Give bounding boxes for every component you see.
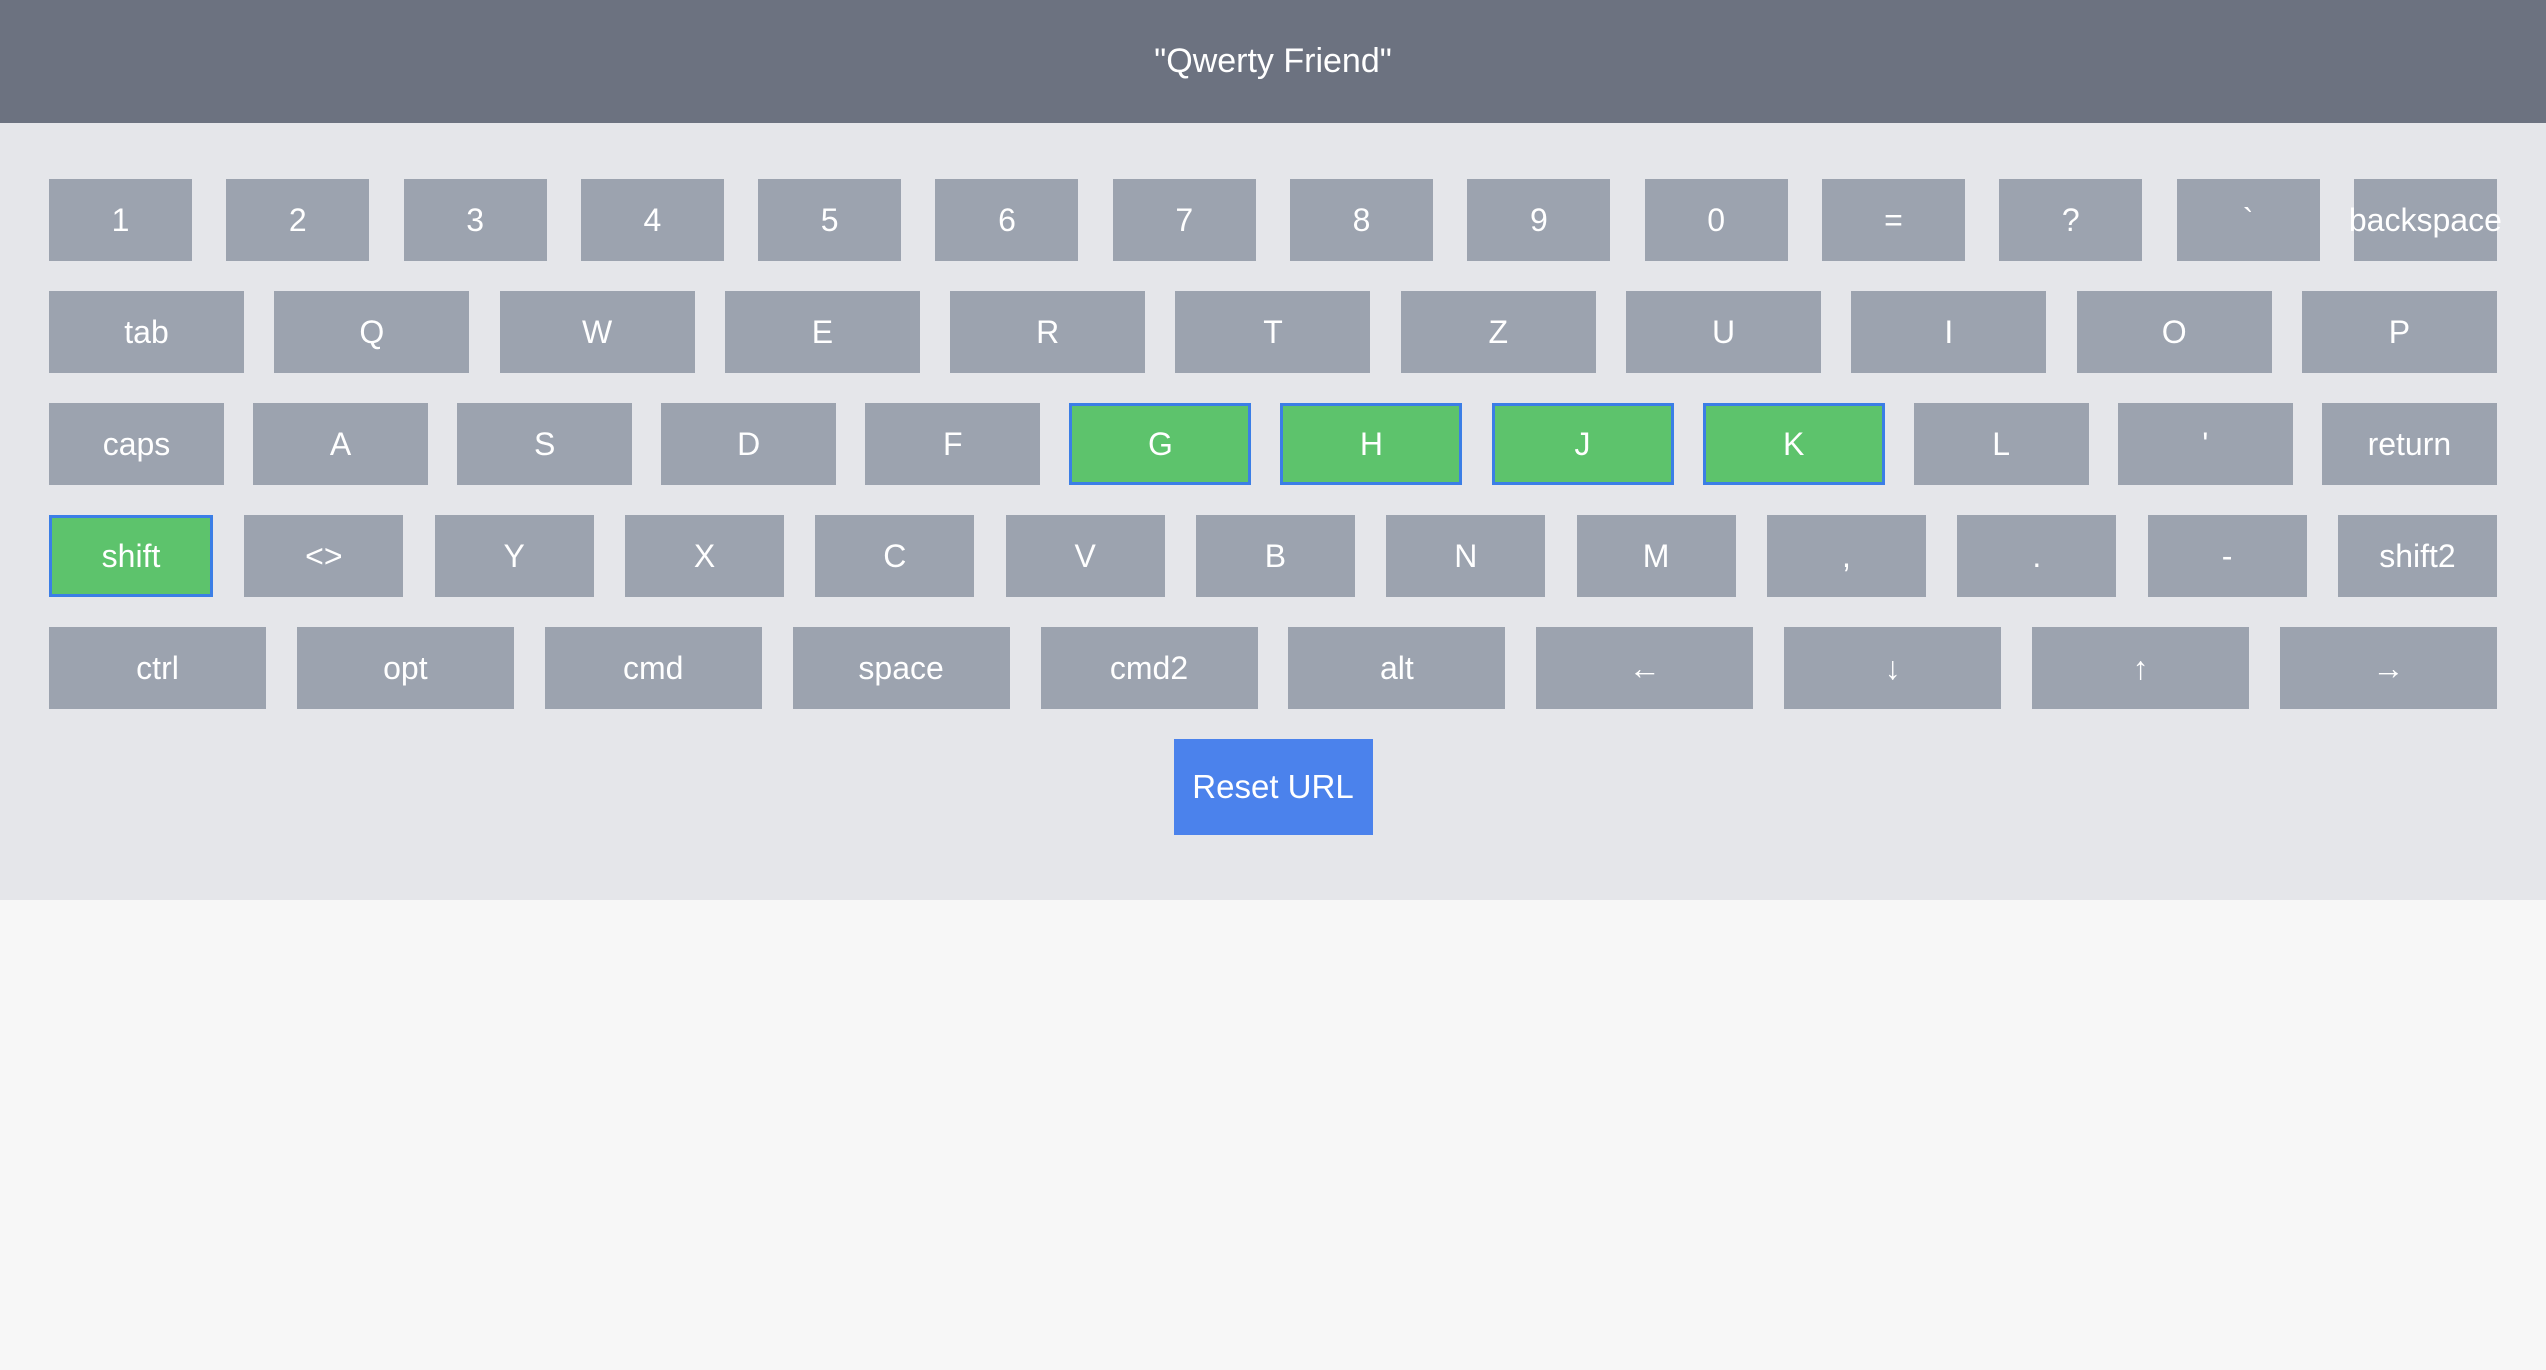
- key-6[interactable]: 6: [935, 179, 1079, 261]
- key-7[interactable]: 7: [1112, 179, 1256, 261]
- key-x[interactable]: X: [624, 515, 784, 597]
- key-l[interactable]: L: [1913, 403, 2089, 485]
- key-r[interactable]: R: [950, 291, 1146, 373]
- key-backtick[interactable]: `: [2176, 179, 2320, 261]
- key-y[interactable]: Y: [434, 515, 594, 597]
- key-f[interactable]: F: [865, 403, 1041, 485]
- key-shift[interactable]: shift: [49, 515, 213, 597]
- key-a[interactable]: A: [253, 403, 429, 485]
- key-j[interactable]: J: [1491, 403, 1674, 485]
- key-h[interactable]: H: [1280, 403, 1463, 485]
- keyboard-row-3: caps A S D F G H J K L ' return: [49, 403, 2497, 485]
- key-alt[interactable]: alt: [1288, 627, 1506, 709]
- keyboard: 1 2 3 4 5 6 7 8 9 0 =? ` backspace tab Q W E R T Z U I O Pcaps A…: [0, 179, 2546, 709]
- key-4[interactable]: 4: [580, 179, 724, 261]
- reset-container: Reset URL: [0, 739, 2546, 835]
- keyboard-row-5: ctrl opt cmd space cmd2 alt ← ↓ ↑ →: [49, 627, 2497, 709]
- keyboard-panel: 1 2 3 4 5 6 7 8 9 0 =? ` backspace tab Q W E R T Z U I O Pcaps A…: [0, 123, 2546, 900]
- keyboard-row-1: 1 2 3 4 5 6 7 8 9 0 =? ` backspace: [49, 179, 2502, 261]
- key-opt[interactable]: opt: [296, 627, 514, 709]
- key-period[interactable]: .: [1957, 515, 2117, 597]
- key-shift2[interactable]: shift2: [2337, 515, 2497, 597]
- key-u[interactable]: U: [1626, 291, 1822, 373]
- key-cmd[interactable]: cmd: [544, 627, 762, 709]
- keyboard-row-2: tab Q W E R T Z U I O P: [49, 291, 2497, 373]
- key-n[interactable]: N: [1386, 515, 1546, 597]
- key-caps[interactable]: caps: [49, 403, 224, 485]
- key-w[interactable]: W: [499, 291, 695, 373]
- app-title: "Qwerty Friend": [1154, 42, 1392, 80]
- key-s[interactable]: S: [457, 403, 633, 485]
- key-z[interactable]: Z: [1400, 291, 1596, 373]
- key-v[interactable]: V: [1005, 515, 1165, 597]
- key-8[interactable]: 8: [1290, 179, 1434, 261]
- key-m[interactable]: M: [1576, 515, 1736, 597]
- app-header: "Qwerty Friend": [0, 0, 2546, 123]
- key-arrow-up[interactable]: ↑: [2032, 627, 2249, 709]
- key-k[interactable]: K: [1702, 403, 1885, 485]
- key-return[interactable]: return: [2321, 403, 2497, 485]
- key-arrow-right[interactable]: →: [2279, 627, 2497, 709]
- key-minus[interactable]: -: [2147, 515, 2307, 597]
- key-e[interactable]: E: [724, 291, 920, 373]
- key-b[interactable]: B: [1195, 515, 1355, 597]
- key-g[interactable]: G: [1069, 403, 1252, 485]
- key-d[interactable]: D: [661, 403, 837, 485]
- key-comma[interactable]: ,: [1766, 515, 1926, 597]
- reset-url-button[interactable]: Reset URL: [1173, 739, 1373, 835]
- key-0[interactable]: 0: [1644, 179, 1788, 261]
- key-question-mark[interactable]: ?: [1999, 179, 2143, 261]
- key-ctrl[interactable]: ctrl: [49, 627, 266, 709]
- key-angle-brackets[interactable]: <>: [244, 515, 404, 597]
- key-3[interactable]: 3: [403, 179, 547, 261]
- key-apostrophe[interactable]: ': [2117, 403, 2293, 485]
- key-arrow-left[interactable]: ←: [1536, 627, 1754, 709]
- key-backspace[interactable]: backspace: [2349, 179, 2502, 261]
- key-tab[interactable]: tab: [49, 291, 244, 373]
- key-i[interactable]: I: [1851, 291, 2047, 373]
- keyboard-row-4: shift <> Y X C V B N M,. - shift2: [49, 515, 2497, 597]
- key-c[interactable]: C: [815, 515, 975, 597]
- key-o[interactable]: O: [2076, 291, 2272, 373]
- key-t[interactable]: T: [1175, 291, 1371, 373]
- key-equals[interactable]: =: [1821, 179, 1965, 261]
- key-5[interactable]: 5: [758, 179, 902, 261]
- key-arrow-down[interactable]: ↓: [1784, 627, 2002, 709]
- key-cmd2[interactable]: cmd2: [1040, 627, 1258, 709]
- key-q[interactable]: Q: [274, 291, 470, 373]
- key-2[interactable]: 2: [226, 179, 370, 261]
- key-p[interactable]: P: [2301, 291, 2497, 373]
- key-space[interactable]: space: [792, 627, 1010, 709]
- key-9[interactable]: 9: [1467, 179, 1611, 261]
- key-1[interactable]: 1: [49, 179, 192, 261]
